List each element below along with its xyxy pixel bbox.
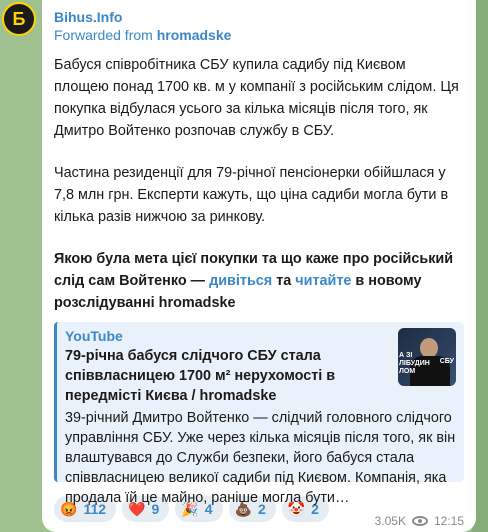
channel-avatar[interactable]: Б — [2, 2, 36, 36]
channel-name[interactable]: Bihus.Info — [54, 8, 464, 26]
read-link[interactable]: читайте — [295, 273, 351, 289]
link-preview[interactable]: YouTube 79-річна бабуся слідчого СБУ ста… — [54, 322, 464, 506]
preview-title: 79-річна бабуся слідчого СБУ стала співв… — [65, 348, 336, 404]
message-meta: 3.05K 12:15 — [375, 514, 464, 528]
preview-description: 39-річний Дмитро Войтенко — слідчий голо… — [65, 410, 456, 506]
message-bubble: Bihus.Info Forwarded from hromadske Бабу… — [42, 0, 476, 532]
watch-link[interactable]: дивіться — [209, 273, 272, 289]
forwarded-prefix: Forwarded from — [54, 27, 153, 43]
avatar-letter: Б — [12, 9, 26, 29]
thumbnail-text-left: А ЗІ ЛІБУДИН ЛОМ — [399, 352, 430, 375]
forwarded-header[interactable]: Forwarded from hromadske — [54, 26, 464, 44]
preview-thumbnail[interactable]: А ЗІ ЛІБУДИН ЛОМ СБУ — [398, 328, 456, 386]
message-paragraph-2: Частина резиденції для 79-річної пенсіон… — [54, 165, 449, 225]
eye-icon — [411, 516, 428, 526]
message-paragraph-3: Якою була мета цієї покупки та що каже п… — [54, 248, 464, 314]
message-paragraph-1: Бабуся співробітника СБУ купила садибу п… — [54, 57, 459, 139]
forwarded-source[interactable]: hromadske — [157, 27, 232, 43]
paragraph-3-mid: та — [272, 273, 296, 289]
message-time: 12:15 — [433, 514, 464, 528]
view-count: 3.05K — [374, 514, 406, 528]
thumbnail-text-right: СБУ — [439, 358, 454, 365]
